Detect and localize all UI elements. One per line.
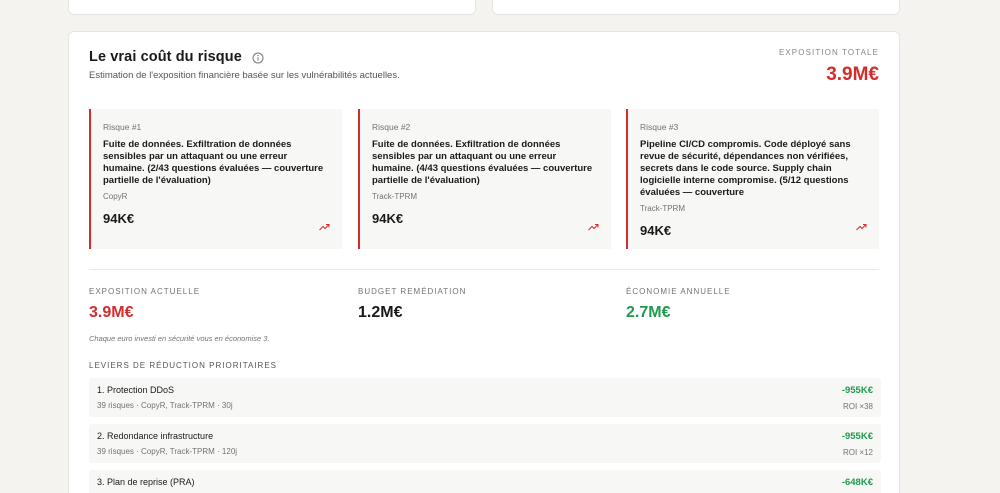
lever-name: 3. Plan de reprise (PRA) bbox=[97, 477, 195, 487]
risk-amount: 94K€ bbox=[103, 211, 135, 226]
lever-impact: -955K€ ROI ×38 bbox=[842, 385, 873, 411]
lever-meta: 39 risques · CopyR, Track-TPRM · 120j bbox=[97, 447, 238, 456]
total-exposure-value: 3.9M€ bbox=[826, 64, 879, 85]
risk-source: Track-TPRM bbox=[372, 192, 418, 201]
top-card-left bbox=[68, 0, 476, 15]
risk-number: Risque #3 bbox=[640, 122, 679, 132]
metric-remediation-budget: BUDGET REMÉDIATION 1.2M€ bbox=[358, 287, 466, 322]
metric-value: 3.9M€ bbox=[89, 304, 134, 321]
metric-label: EXPOSITION ACTUELLE bbox=[89, 287, 201, 296]
roi-note: Chaque euro investi en sécurité vous en … bbox=[89, 334, 270, 343]
section-header: Le vrai coût du risque bbox=[89, 49, 264, 65]
lever-row[interactable]: 1. Protection DDoS 39 risques · CopyR, T… bbox=[89, 378, 881, 417]
info-icon[interactable] bbox=[252, 51, 264, 64]
lever-name: 1. Protection DDoS bbox=[97, 385, 175, 395]
metric-value: 1.2M€ bbox=[358, 304, 403, 321]
lever-row[interactable]: 3. Plan de reprise (PRA) -648K€ bbox=[89, 470, 881, 493]
risk-description: Fuite de données. Exfiltration de donnée… bbox=[372, 139, 593, 186]
trending-up-icon bbox=[319, 218, 330, 231]
lever-impact: -648K€ bbox=[842, 477, 873, 493]
section-subtitle: Estimation de l'exposition financière ba… bbox=[89, 70, 400, 81]
trending-up-icon bbox=[856, 218, 867, 231]
metric-current-exposure: EXPOSITION ACTUELLE 3.9M€ bbox=[89, 287, 200, 322]
lever-row[interactable]: 2. Redondance infrastructure 39 risques … bbox=[89, 424, 881, 463]
risk-number: Risque #1 bbox=[103, 122, 142, 132]
lever-impact: -955K€ ROI ×12 bbox=[842, 431, 873, 457]
risk-source: CopyR bbox=[103, 192, 128, 201]
lever-meta: 39 risques · CopyR, Track-TPRM · 30j bbox=[97, 401, 233, 410]
lever-name: 2. Redondance infrastructure bbox=[97, 431, 214, 441]
risk-source: Track-TPRM bbox=[640, 204, 686, 213]
section-title: Le vrai coût du risque bbox=[89, 49, 242, 65]
risk-cost-card: Le vrai coût du risque Estimation de l'e… bbox=[68, 31, 900, 493]
trending-up-icon bbox=[588, 218, 599, 231]
metric-value: 2.7M€ bbox=[626, 304, 671, 321]
top-card-right bbox=[492, 0, 900, 15]
risk-card[interactable]: Risque #2 Fuite de données. Exfiltration… bbox=[358, 109, 611, 249]
total-exposure: EXPOSITION TOTALE 3.9M€ bbox=[779, 48, 879, 86]
risk-amount: 94K€ bbox=[640, 223, 672, 238]
metric-label: BUDGET REMÉDIATION bbox=[358, 287, 467, 296]
divider bbox=[89, 269, 879, 270]
levers-title: LEVIERS DE RÉDUCTION PRIORITAIRES bbox=[89, 361, 277, 370]
lever-saving: -648K€ bbox=[841, 477, 873, 488]
lever-saving: -955K€ bbox=[841, 385, 873, 396]
risk-card[interactable]: Risque #3 Pipeline CI/CD compromis. Code… bbox=[626, 109, 879, 249]
risk-description: Pipeline CI/CD compromis. Code déployé s… bbox=[640, 139, 851, 198]
metric-annual-savings: ÉCONOMIE ANNUELLE 2.7M€ bbox=[626, 287, 731, 322]
risk-number: Risque #2 bbox=[372, 122, 411, 132]
lever-roi: ROI ×38 bbox=[842, 402, 873, 411]
metric-label: ÉCONOMIE ANNUELLE bbox=[626, 287, 731, 296]
total-exposure-label: EXPOSITION TOTALE bbox=[778, 48, 879, 57]
risk-description: Fuite de données. Exfiltration de donnée… bbox=[103, 139, 324, 186]
lever-saving: -955K€ bbox=[841, 431, 873, 442]
risk-card[interactable]: Risque #1 Fuite de données. Exfiltration… bbox=[89, 109, 342, 249]
lever-roi: ROI ×12 bbox=[842, 448, 873, 457]
risk-amount: 94K€ bbox=[372, 211, 404, 226]
